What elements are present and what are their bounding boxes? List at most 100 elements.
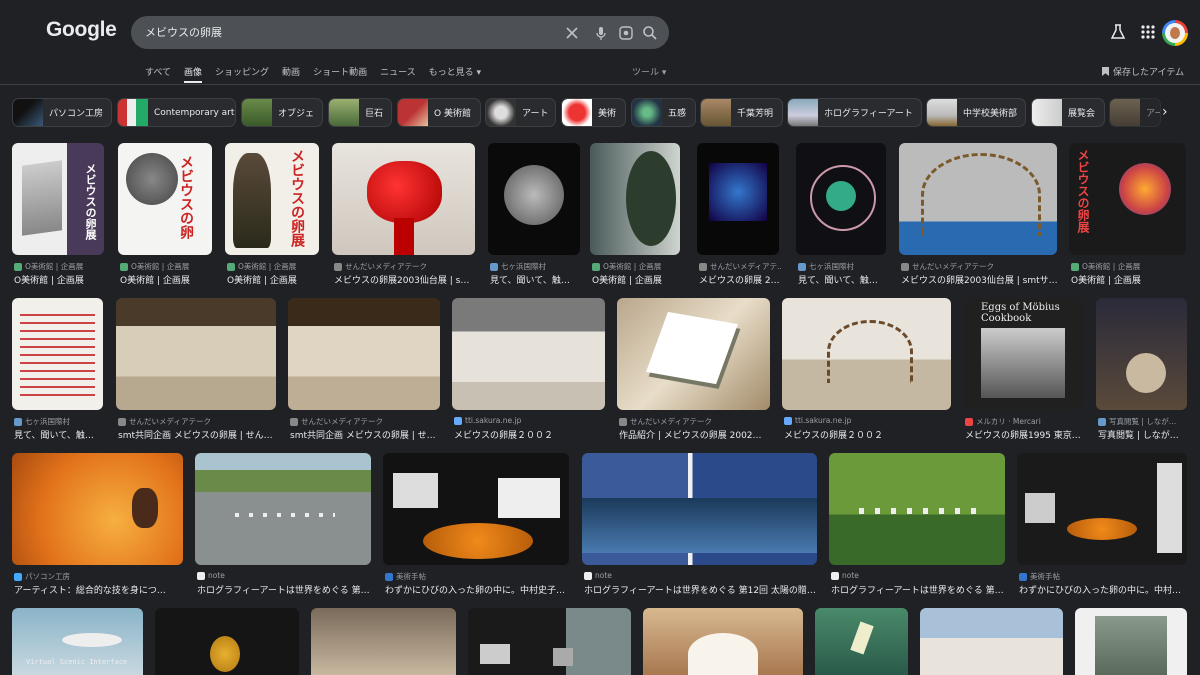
result-title[interactable]: メビウスの卵展２００２ [454, 428, 607, 441]
result-image-19[interactable] [12, 453, 183, 565]
chip-o-museum[interactable]: O 美術館 [397, 98, 481, 127]
result-image-15[interactable] [617, 298, 770, 410]
result-title[interactable]: ホログラフィーアートは世界をめぐる 第12回 太陽の贈… [584, 583, 819, 596]
chip-objet[interactable]: オブジェ [241, 98, 323, 127]
result-title[interactable]: 見て、聞いて、触… [798, 273, 888, 286]
chip-five-senses[interactable]: 五感 [631, 98, 696, 127]
apps-grid-icon[interactable] [1138, 22, 1158, 42]
result-title[interactable]: アーティスト：総合的な技を身につけ… [14, 583, 174, 596]
result-image-14[interactable] [452, 298, 605, 410]
result-title[interactable]: O美術館 | 企画展 [120, 273, 212, 286]
chip-exhibition[interactable]: 展覧会 [1031, 98, 1105, 127]
chip-junior-high-art-club[interactable]: 中学校美術部 [926, 98, 1026, 127]
result-image-24[interactable] [1017, 453, 1187, 565]
result-image-32[interactable] [1075, 608, 1187, 675]
result-title[interactable]: メビウスの卵展２００２ [784, 428, 951, 441]
result-title[interactable]: わずかにひびの入った卵の中に。中村… [1019, 583, 1189, 596]
tab-more[interactable]: もっと見る ▾ [429, 65, 481, 83]
tab-news[interactable]: ニュース [380, 65, 416, 83]
search-icon[interactable] [642, 25, 658, 41]
result-image-12[interactable] [116, 298, 276, 410]
result-image-7[interactable] [697, 143, 779, 255]
account-avatar[interactable] [1162, 20, 1188, 46]
result-title[interactable]: メビウスの卵展 20… [699, 273, 781, 286]
result-source: 七ヶ浜国際村 [490, 261, 580, 272]
result-image-6[interactable] [590, 143, 680, 255]
result-image-27[interactable] [311, 608, 456, 675]
favicon-icon [14, 262, 22, 271]
result-title[interactable]: O美術館 | 企画展 [14, 273, 104, 286]
result-title[interactable]: 写真閲覧 | しなが… [1098, 428, 1189, 441]
search-box[interactable]: メビウスの卵展 [131, 16, 669, 49]
chip-thumbnail [788, 99, 818, 126]
result-image-13[interactable] [288, 298, 440, 410]
result-image-31[interactable] [920, 608, 1063, 675]
result-image-8[interactable] [796, 143, 886, 255]
result-source: O美術館 | 企画展 [1071, 261, 1188, 272]
chip-holography-art[interactable]: ホログラフィーアート [787, 98, 922, 127]
chip-megalith[interactable]: 巨石 [328, 98, 392, 127]
result-title[interactable]: メビウスの卵展2003仙台展 | sm… [334, 273, 475, 286]
result-image-29[interactable] [643, 608, 803, 675]
result-image-3[interactable]: メビウスの卵展 [225, 143, 319, 255]
result-image-2[interactable]: メビウスの卵 [118, 143, 212, 255]
result-image-22[interactable] [582, 453, 817, 565]
saved-items-link[interactable]: 保存したアイテム [1102, 65, 1184, 78]
result-image-21[interactable] [383, 453, 569, 565]
result-image-5[interactable] [488, 143, 580, 255]
result-image-11[interactable] [12, 298, 103, 410]
tab-videos[interactable]: 動画 [282, 65, 300, 83]
result-title[interactable]: O美術館 | 企画展 [227, 273, 319, 286]
chip-label: 巨石 [365, 109, 384, 119]
result-image-4[interactable] [332, 143, 475, 255]
chip-art-partial[interactable]: アー [1109, 98, 1161, 127]
result-image-30[interactable] [815, 608, 908, 675]
chip-art[interactable]: アート [485, 98, 556, 127]
lens-icon[interactable] [618, 25, 634, 41]
chip-thumbnail [701, 99, 731, 126]
result-image-26[interactable] [155, 608, 299, 675]
clear-icon[interactable] [564, 25, 580, 41]
tab-short-videos[interactable]: ショート動画 [313, 65, 367, 83]
result-image-9[interactable] [899, 143, 1057, 255]
result-title[interactable]: ホログラフィーアートは世界をめぐる 第… [197, 583, 373, 596]
result-title[interactable]: O美術館 | 企画展 [592, 273, 682, 286]
result-image-20[interactable] [195, 453, 371, 565]
chevron-right-icon[interactable]: › [1162, 104, 1168, 120]
result-title[interactable]: O美術館 | 企画展 [1071, 273, 1188, 286]
result-title[interactable]: 見て、聞いて、触… [14, 428, 105, 441]
chip-label: アート [522, 109, 549, 119]
tab-images[interactable]: 画像 [184, 65, 203, 83]
result-image-17[interactable]: Eggs of Möbius Cookbook [963, 298, 1084, 410]
result-title[interactable]: 作品紹介 | メビウスの卵展 2002仙… [619, 428, 770, 441]
labs-flask-icon[interactable] [1108, 22, 1128, 42]
result-image-18[interactable] [1096, 298, 1187, 410]
result-title[interactable]: メビウスの卵展1995 東京… [965, 428, 1086, 441]
result-image-1[interactable]: メビウスの卵展 [12, 143, 104, 255]
chip-chiba-yoshiaki[interactable]: 千葉芳明 [700, 98, 783, 127]
result-image-23[interactable] [829, 453, 1005, 565]
saved-items-label: 保存したアイテム [1113, 68, 1185, 78]
chip-contemporary-art[interactable]: Contemporary art [117, 98, 236, 127]
chip-bijutsu[interactable]: 美術 [561, 98, 626, 127]
result-title[interactable]: 見て、聞いて、触… [490, 273, 580, 286]
favicon-icon [14, 572, 22, 581]
result-title[interactable]: smt共同企画 メビウスの卵展 | せ… [290, 428, 440, 441]
result-title[interactable]: smt共同企画 メビウスの卵展 | せん… [118, 428, 278, 441]
tab-all[interactable]: すべて [145, 65, 171, 83]
result-title[interactable]: わずかにひびの入った卵の中に。中村史子… [385, 583, 571, 596]
result-image-28[interactable] [468, 608, 631, 675]
book-title: Eggs of Möbius Cookbook [981, 302, 1060, 324]
search-input[interactable]: メビウスの卵展 [145, 16, 222, 49]
microphone-icon[interactable] [593, 25, 609, 41]
google-logo[interactable]: Google [46, 18, 117, 42]
result-title[interactable]: メビウスの卵展2003仙台展 | smtサ… [901, 273, 1059, 286]
result-image-25[interactable]: Virtual Scenic Interface [12, 608, 143, 675]
tools-button[interactable]: ツール ▾ [632, 65, 666, 78]
chip-label: O 美術館 [434, 109, 471, 119]
result-image-16[interactable] [782, 298, 951, 410]
chip-pc-koubou[interactable]: パソコン工房 [12, 98, 112, 127]
result-image-10[interactable]: メビウスの卵展 [1069, 143, 1186, 255]
tab-shopping[interactable]: ショッピング [215, 65, 269, 83]
result-title[interactable]: ホログラフィーアートは世界をめぐる 第… [831, 583, 1007, 596]
